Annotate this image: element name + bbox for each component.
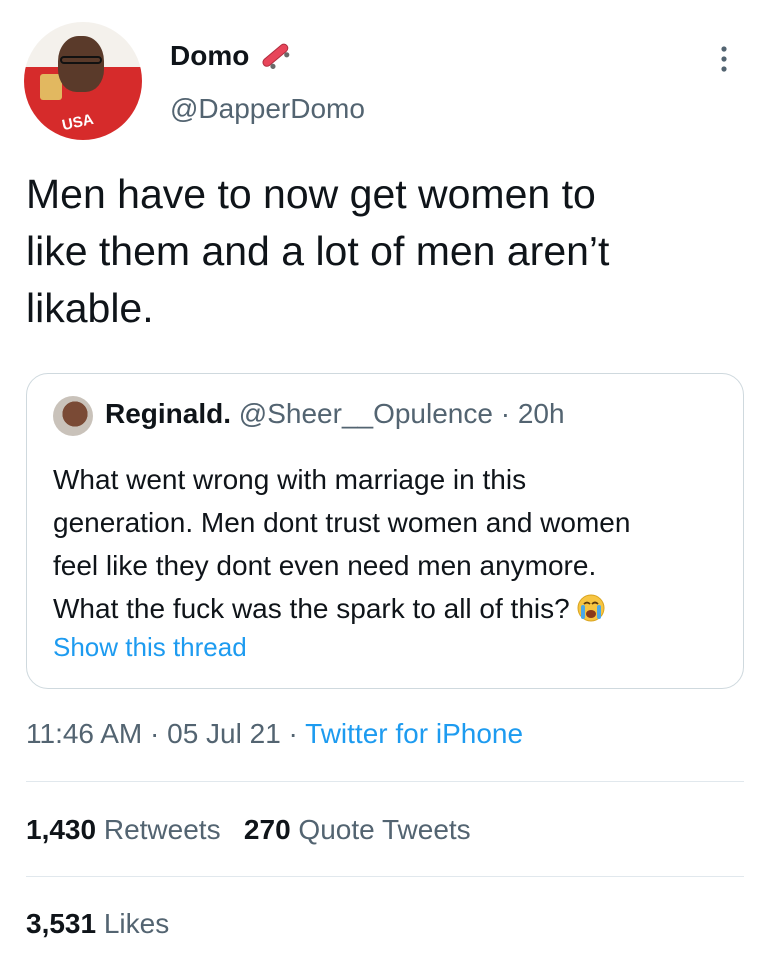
quoted-tweet-header: Reginald. @Sheer__Opulence · 20h: [105, 398, 565, 430]
quote-tweets-stat[interactable]: 270 Quote Tweets: [244, 814, 471, 845]
tweet-text-line: like them and a lot of men aren’t: [26, 228, 610, 274]
quoted-author-name: Reginald.: [105, 398, 232, 429]
retweets-label: Retweets: [103, 814, 221, 845]
author-avatar[interactable]: USA: [24, 22, 142, 140]
avatar-face: [58, 36, 104, 92]
tweet-engagement-stats: 1,430 Retweets 270 Quote Tweets: [26, 814, 471, 846]
tweet-meta: 11:46 AM · 05 Jul 21 · Twitter for iPhon…: [26, 718, 523, 750]
meta-separator: ·: [150, 718, 160, 749]
likes-label: Likes: [103, 908, 170, 939]
tweet-source-link[interactable]: Twitter for iPhone: [305, 718, 523, 749]
loudly-crying-face-icon: [577, 594, 605, 622]
quote-tweets-label: Quote Tweets: [298, 814, 471, 845]
quoted-text-line: What the fuck was the spark to all of th…: [53, 593, 570, 624]
quote-tweets-count: 270: [243, 814, 291, 845]
quoted-text-line: feel like they dont even need men anymor…: [53, 550, 597, 581]
quoted-tweet-time: 20h: [517, 398, 565, 429]
tweet-text-line: Men have to now get women to: [26, 171, 596, 217]
quoted-text-line: generation. Men dont trust women and wom…: [53, 507, 631, 538]
retweets-count: 1,430: [26, 814, 97, 845]
skateboard-icon: [262, 43, 290, 69]
divider: [26, 876, 744, 877]
divider: [26, 781, 744, 782]
retweets-stat[interactable]: 1,430 Retweets: [26, 814, 221, 845]
meta-separator: ·: [288, 718, 298, 749]
tweet-text: Men have to now get women to like them a…: [26, 166, 746, 337]
tweet-page: USA Domo @DapperDomo Men have to now get…: [0, 0, 770, 960]
quoted-tweet-card[interactable]: Reginald. @Sheer__Opulence · 20h What we…: [26, 373, 744, 689]
quoted-tweet-text: What went wrong with marriage in this ge…: [53, 458, 733, 630]
author-handle[interactable]: @DapperDomo: [170, 93, 365, 125]
show-thread-link[interactable]: Show this thread: [53, 632, 247, 663]
more-vertical-icon[interactable]: [718, 44, 730, 74]
quoted-author-handle: @Sheer__Opulence: [238, 398, 493, 429]
tweet-time[interactable]: 11:46 AM: [26, 718, 142, 749]
quoted-meta-separator: ·: [500, 398, 511, 429]
quoted-text-line-last: What the fuck was the spark to all of th…: [53, 587, 733, 630]
quoted-author-avatar: [53, 396, 93, 436]
tweet-text-line: likable.: [26, 285, 154, 331]
likes-count: 3,531: [26, 908, 97, 939]
likes-stats: 3,531 Likes: [26, 908, 169, 940]
avatar-glasses: [60, 56, 102, 64]
likes-stat[interactable]: 3,531 Likes: [26, 908, 169, 939]
tweet-date[interactable]: 05 Jul 21: [167, 718, 281, 749]
avatar-shirt-text: USA: [60, 110, 96, 135]
author-display-name[interactable]: Domo: [170, 40, 249, 72]
quoted-text-line: What went wrong with marriage in this: [53, 464, 527, 495]
